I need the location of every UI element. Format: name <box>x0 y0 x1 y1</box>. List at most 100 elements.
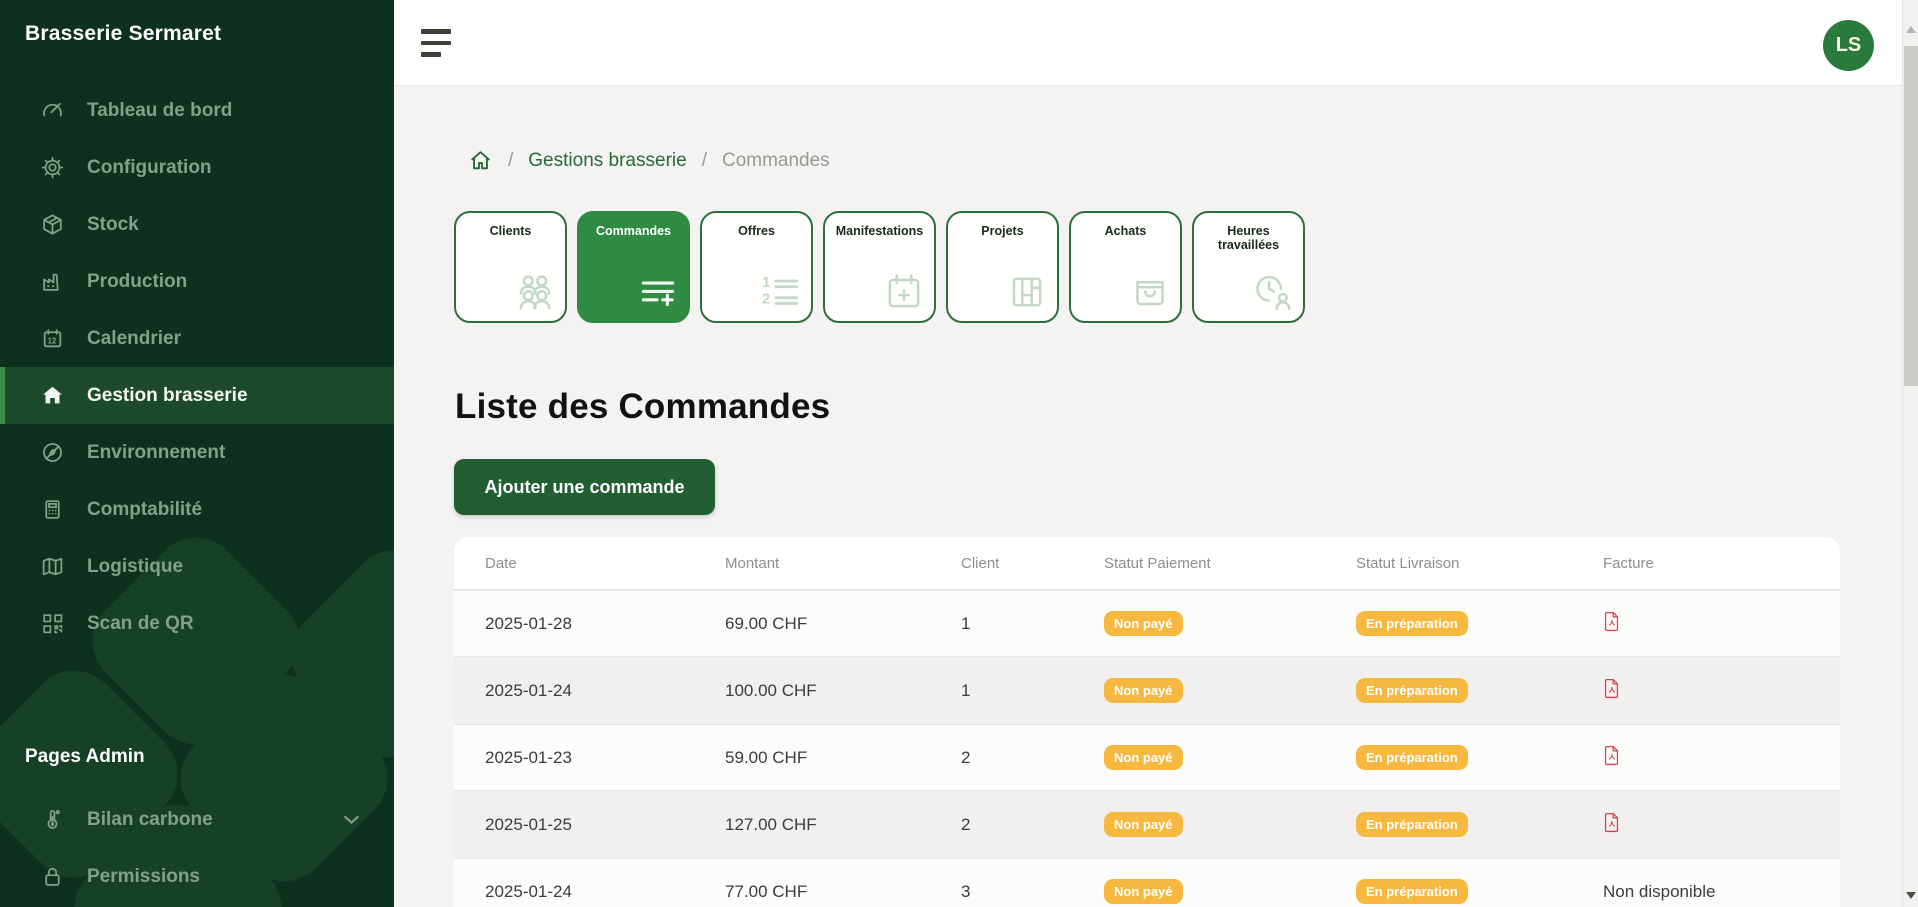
tab-label: Manifestations <box>825 224 934 238</box>
column-header-date: Date <box>485 555 725 572</box>
vertical-scrollbar[interactable] <box>1902 0 1918 907</box>
scrollbar-thumb[interactable] <box>1904 46 1918 386</box>
sidebar-item-tableau-de-bord[interactable]: Tableau de bord <box>0 82 394 139</box>
table-header-row: Date Montant Client Statut Paiement Stat… <box>454 537 1840 590</box>
sidebar-item-permissions[interactable]: Permissions <box>0 848 394 905</box>
sidebar-item-production[interactable]: Production <box>0 253 394 310</box>
tab-label: Clients <box>456 224 565 238</box>
tab-clients[interactable]: Clients <box>454 211 567 323</box>
leaf-icon <box>40 440 65 465</box>
status-badge-livraison: En préparation <box>1356 812 1468 837</box>
tab-offres[interactable]: Offres 12 <box>700 211 813 323</box>
breadcrumb: / Gestions brasserie / Commandes <box>468 148 830 173</box>
sidebar-item-stock[interactable]: Stock <box>0 196 394 253</box>
sidebar-admin-nav: Bilan carbone Permissions <box>0 791 394 905</box>
status-badge-paiement: Non payé <box>1104 611 1183 636</box>
cell-date: 2025-01-23 <box>485 748 725 768</box>
tab-heures-travaillees[interactable]: Heures travaillées <box>1192 211 1305 323</box>
table-row: 2025-01-24 77.00 CHF 3 Non payé En prépa… <box>454 858 1840 907</box>
cell-date: 2025-01-24 <box>485 681 725 701</box>
column-header-facture: Facture <box>1603 555 1840 572</box>
module-tabs: Clients Commandes Offres 12 Manifestatio… <box>454 211 1305 323</box>
status-badge-paiement: Non payé <box>1104 812 1183 837</box>
tab-achats[interactable]: Achats <box>1069 211 1182 323</box>
table-row: 2025-01-24 100.00 CHF 1 Non payé En prép… <box>454 657 1840 724</box>
add-order-button[interactable]: Ajouter une commande <box>454 459 715 515</box>
scrollbar-up-arrow-icon[interactable] <box>1906 26 1916 33</box>
chevron-down-icon[interactable] <box>339 807 364 832</box>
cell-client: 2 <box>961 748 1104 768</box>
sidebar-item-label: Configuration <box>87 157 212 179</box>
hamburger-bar <box>421 29 451 34</box>
cell-date: 2025-01-28 <box>485 614 725 634</box>
sidebar-item-label: Permissions <box>87 866 200 888</box>
sidebar-item-label: Scan de QR <box>87 613 194 635</box>
sidebar-item-scan-de-qr[interactable]: Scan de QR <box>0 595 394 652</box>
shopping-bag-icon <box>1127 269 1173 315</box>
sidebar-item-label: Gestion brasserie <box>87 385 248 407</box>
cell-facture-unavailable: Non disponible <box>1603 882 1715 901</box>
cell-montant: 127.00 CHF <box>725 815 961 835</box>
tab-label: Achats <box>1071 224 1180 238</box>
main-content: / Gestions brasserie / Commandes Clients… <box>394 86 1902 907</box>
sidebar-item-label: Production <box>87 271 187 293</box>
tab-label: Heures travaillées <box>1194 224 1303 253</box>
breadcrumb-current: Commandes <box>722 150 830 172</box>
sidebar-item-comptabilite[interactable]: Comptabilité <box>0 481 394 538</box>
factory-icon <box>40 269 65 294</box>
cell-client: 1 <box>961 614 1104 634</box>
pdf-icon[interactable] <box>1603 611 1620 632</box>
status-badge-paiement: Non payé <box>1104 745 1183 770</box>
status-badge-livraison: En préparation <box>1356 879 1468 904</box>
hamburger-bar <box>421 41 451 46</box>
cell-date: 2025-01-25 <box>485 815 725 835</box>
cell-montant: 69.00 CHF <box>725 614 961 634</box>
cell-date: 2025-01-24 <box>485 882 725 902</box>
scrollbar-down-arrow-icon[interactable] <box>1906 892 1916 899</box>
box-icon <box>40 212 65 237</box>
table-row: 2025-01-28 69.00 CHF 1 Non payé En prépa… <box>454 590 1840 657</box>
sidebar-item-label: Bilan carbone <box>87 809 213 831</box>
hamburger-menu-icon[interactable] <box>421 29 453 57</box>
topbar: LS <box>394 0 1902 86</box>
sidebar-item-calendrier[interactable]: 12 Calendrier <box>0 310 394 367</box>
tab-manifestations[interactable]: Manifestations <box>823 211 936 323</box>
sidebar-item-label: Stock <box>87 214 139 236</box>
sidebar-item-gestion-brasserie[interactable]: Gestion brasserie <box>0 367 394 424</box>
calculator-icon <box>40 497 65 522</box>
sidebar-item-label: Logistique <box>87 556 183 578</box>
lock-icon <box>40 864 65 889</box>
pdf-icon[interactable] <box>1603 812 1620 833</box>
calendar-plus-icon <box>881 269 927 315</box>
svg-text:12: 12 <box>48 337 57 346</box>
kanban-icon <box>1004 269 1050 315</box>
breadcrumb-link-gestions-brasserie[interactable]: Gestions brasserie <box>528 150 686 172</box>
clock-user-icon <box>1250 269 1296 315</box>
user-avatar[interactable]: LS <box>1823 20 1874 71</box>
svg-text:2: 2 <box>762 292 770 308</box>
home-icon[interactable] <box>468 148 493 173</box>
orders-table: Date Montant Client Statut Paiement Stat… <box>454 537 1840 907</box>
sidebar-item-configuration[interactable]: Configuration <box>0 139 394 196</box>
qr-code-icon <box>40 611 65 636</box>
tab-commandes[interactable]: Commandes <box>577 211 690 323</box>
tab-projets[interactable]: Projets <box>946 211 1059 323</box>
table-row: 2025-01-25 127.00 CHF 2 Non payé En prép… <box>454 791 1840 858</box>
sidebar-item-logistique[interactable]: Logistique <box>0 538 394 595</box>
sidebar-item-environnement[interactable]: Environnement <box>0 424 394 481</box>
calendar-icon: 12 <box>40 326 65 351</box>
thermometer-icon <box>40 807 65 832</box>
cell-montant: 100.00 CHF <box>725 681 961 701</box>
sidebar-item-bilan-carbone[interactable]: Bilan carbone <box>0 791 394 848</box>
cell-client: 3 <box>961 882 1104 902</box>
tab-label: Commandes <box>579 224 688 238</box>
table-row: 2025-01-23 59.00 CHF 2 Non payé En prépa… <box>454 724 1840 791</box>
breadcrumb-separator: / <box>702 150 707 172</box>
home-icon <box>40 383 65 408</box>
pdf-icon[interactable] <box>1603 745 1620 766</box>
sidebar-item-label: Environnement <box>87 442 225 464</box>
admin-section-heading: Pages Admin <box>25 746 145 768</box>
gear-icon <box>40 155 65 180</box>
breadcrumb-separator: / <box>508 150 513 172</box>
pdf-icon[interactable] <box>1603 678 1620 699</box>
